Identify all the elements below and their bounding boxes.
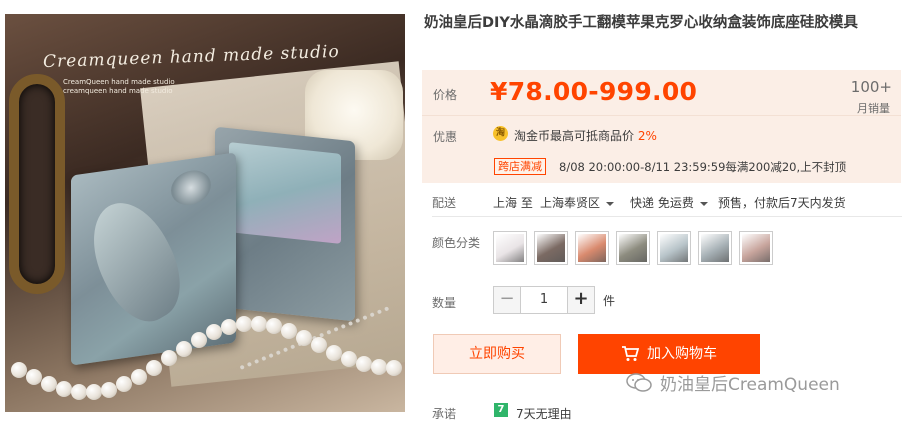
pearl <box>161 350 177 367</box>
pearl <box>356 356 372 373</box>
price-panel: 价格 ¥78.00-999.00 100+ 月销量 <box>422 70 901 115</box>
pearl <box>71 383 87 400</box>
pearl <box>371 359 387 376</box>
chevron-down-icon <box>606 201 615 206</box>
monthly-sales-count: 100+ <box>850 78 892 96</box>
color-swatch[interactable] <box>493 231 527 265</box>
pearl <box>326 344 342 361</box>
pearl <box>221 318 237 335</box>
promotion-label: 优惠 <box>433 130 458 144</box>
pearl <box>236 316 252 332</box>
price-label: 价格 <box>433 88 458 102</box>
promise-label: 承诺 <box>432 407 457 421</box>
pearl <box>281 323 297 340</box>
color-label: 颜色分类 <box>432 236 481 250</box>
shipping-destination-select[interactable]: 上海奉贤区 <box>540 194 615 211</box>
price-value: ¥78.00-999.00 <box>490 77 698 106</box>
pearl <box>11 362 27 378</box>
pearl <box>101 381 117 398</box>
product-main-image[interactable]: Creamqueen hand made studio CreamQueen h… <box>5 14 405 412</box>
pearl <box>341 351 357 368</box>
coin-percent: 2% <box>637 129 657 143</box>
quantity-decrease-button[interactable]: − <box>493 286 521 314</box>
cross-store-discount-badge[interactable]: 跨店满减 <box>494 158 546 175</box>
quantity-increase-button[interactable]: + <box>567 286 595 314</box>
discount-description: 8/08 20:00:00-8/11 23:59:59每满200减20,上不封顶 <box>559 160 847 174</box>
shipping-label: 配送 <box>432 196 457 210</box>
pearl <box>146 360 162 377</box>
buy-now-button[interactable]: 立即购买 <box>433 334 561 374</box>
image-brand-small: CreamQueen hand made studio creamqueen h… <box>63 78 175 95</box>
chevron-down-icon <box>699 201 708 206</box>
pearl <box>251 315 267 332</box>
pearl <box>296 329 312 346</box>
shipping-from: 上海 至 <box>493 196 533 210</box>
shipping-note: 预售，付款后7天内发货 <box>718 196 846 210</box>
wechat-watermark: 奶油皇后CreamQueen <box>626 370 840 395</box>
promise-text[interactable]: 7天无理由 <box>516 405 572 422</box>
monthly-sales-label: 月销量 <box>857 102 890 115</box>
quantity-unit: 件 <box>603 294 616 308</box>
color-swatch[interactable] <box>698 231 732 265</box>
color-swatch[interactable] <box>534 231 568 265</box>
pearl <box>266 318 282 335</box>
pearl <box>56 380 72 397</box>
shopping-cart-icon <box>622 346 639 361</box>
divider <box>432 216 902 217</box>
pearl <box>116 376 132 393</box>
color-swatch[interactable] <box>575 231 609 265</box>
image-gold-frame <box>9 74 65 294</box>
pearl <box>176 340 192 357</box>
color-swatch[interactable] <box>616 231 650 265</box>
pearl <box>86 383 102 400</box>
product-title: 奶油皇后DIY水晶滴胶手工翻模苹果克罗心收纳盒装饰底座硅胶模具 <box>424 15 858 31</box>
add-to-cart-button[interactable]: 加入购物车 <box>578 334 760 374</box>
color-swatch[interactable] <box>739 231 773 265</box>
taojinbi-coin-icon: 淘 <box>493 126 508 141</box>
pearl <box>131 369 147 386</box>
quantity-input[interactable]: 1 <box>521 286 567 314</box>
pearl <box>206 324 222 341</box>
pearl <box>41 375 57 392</box>
shipping-method-select[interactable]: 快递 免运费 <box>630 194 708 211</box>
pearl <box>386 359 402 376</box>
promotion-panel: 优惠 淘 淘金币最高可抵商品价 2% 跨店满减 8/08 20:00:00-8/… <box>422 115 901 183</box>
pearl <box>191 331 207 348</box>
image-pearls <box>11 292 405 412</box>
color-swatch[interactable] <box>657 231 691 265</box>
image-brand-script: Creamqueen hand made studio <box>42 41 340 73</box>
wechat-icon <box>626 373 652 392</box>
coin-offer-text[interactable]: 淘金币最高可抵商品价 2% <box>514 127 657 144</box>
quantity-label: 数量 <box>432 296 457 310</box>
seven-day-return-icon: 7 <box>494 403 508 417</box>
pearl <box>26 369 42 386</box>
pearl <box>311 337 327 354</box>
